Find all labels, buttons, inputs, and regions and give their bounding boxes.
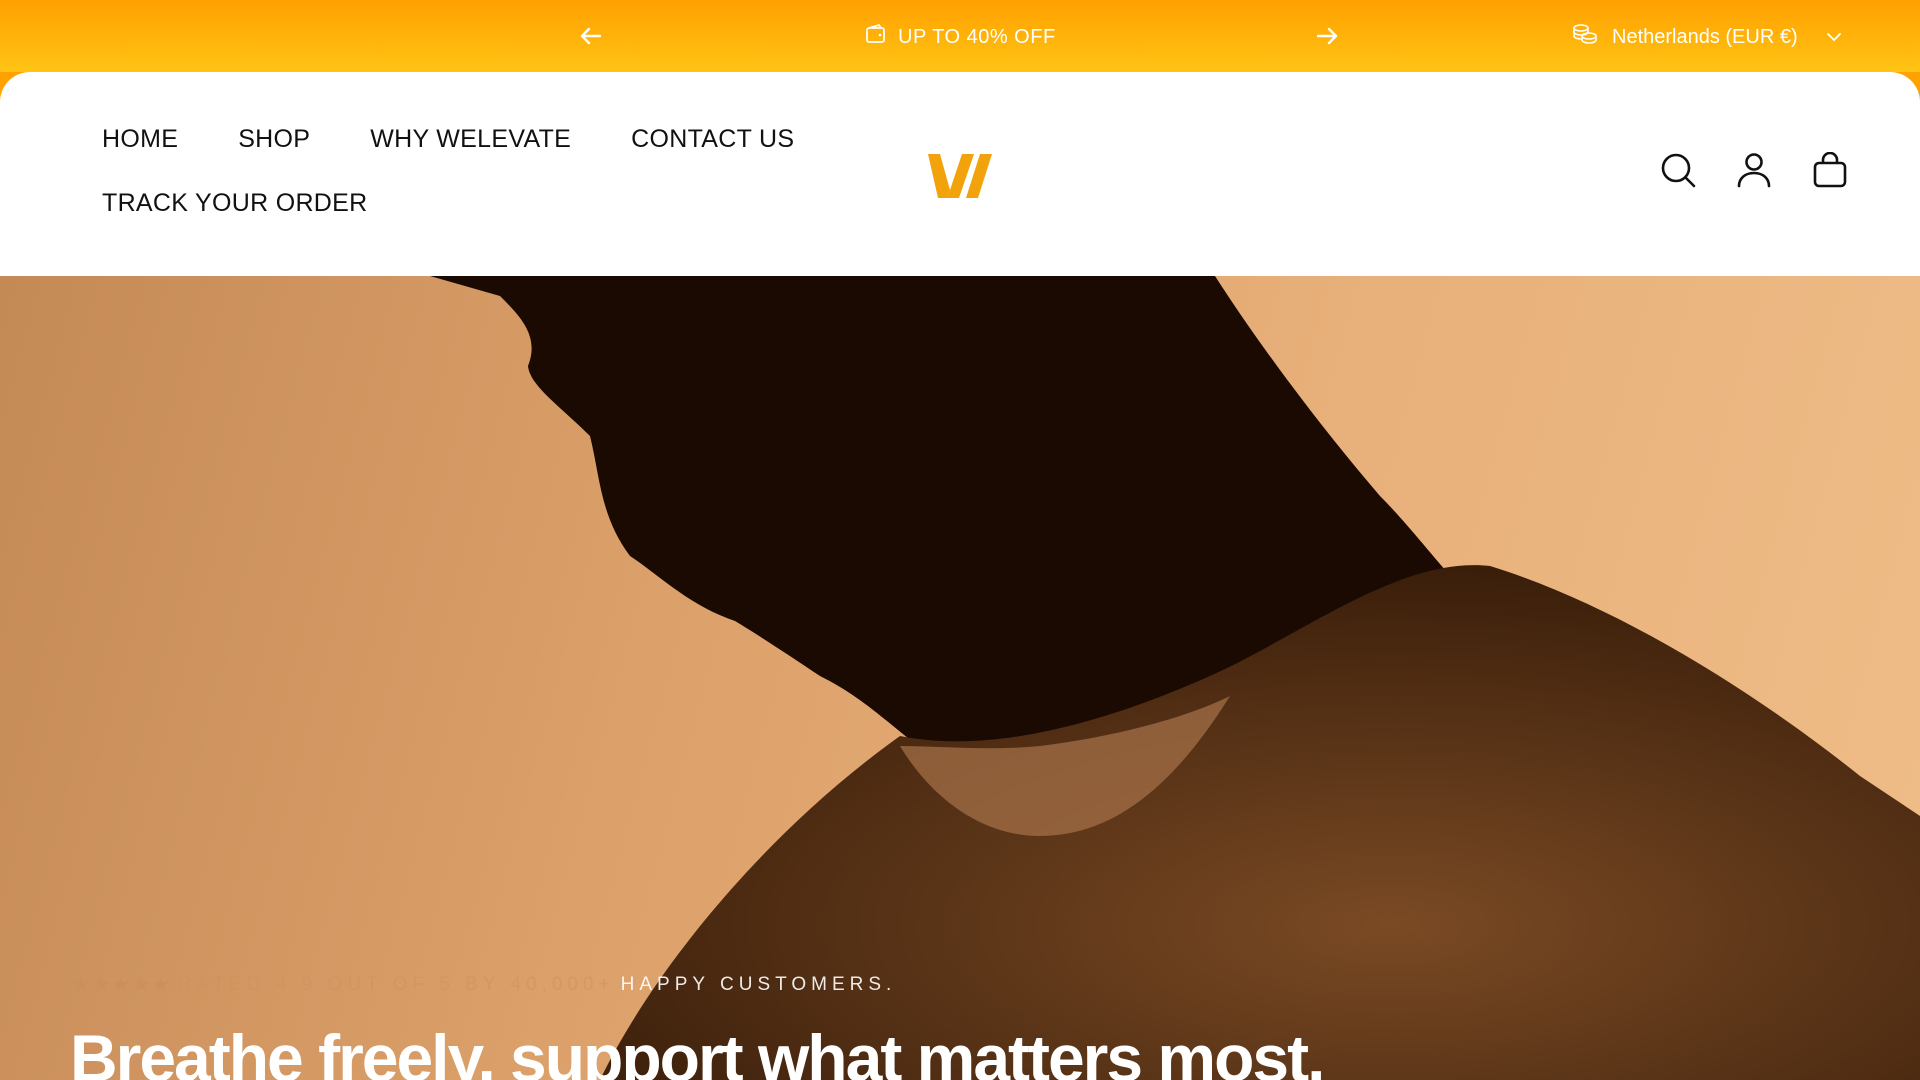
coins-icon [1572,22,1598,52]
main-nav: HOME SHOP WHY WELEVATE CONTACT US TRACK … [102,124,822,218]
arrow-right-icon[interactable] [1316,24,1340,48]
nav-why-welevate[interactable]: WHY WELEVATE [370,124,571,154]
rating-stars: ★★★★★ [72,974,172,996]
locale-label: Netherlands (EUR €) [1612,25,1798,48]
rating-prefix: RATED 4.9 OUT OF 5 BY 40,000+ [177,973,615,995]
nav-contact-us[interactable]: CONTACT US [631,124,794,154]
hero-banner: ★★★★★ RATED 4.9 OUT OF 5 BY 40,000+ HAPP… [0,276,1920,1080]
header-actions [1660,152,1848,188]
search-icon[interactable] [1660,152,1696,188]
hero-headline: Breathe freely, support what matters mos… [70,1021,1325,1080]
arrow-left-icon[interactable] [578,24,602,48]
nav-shop[interactable]: SHOP [238,124,310,154]
rating-suffix: HAPPY CUSTOMERS. [620,973,897,995]
hero-image [430,276,1920,1080]
welevate-logo[interactable] [926,152,994,200]
locale-selector[interactable]: Netherlands (EUR €) [1572,22,1842,52]
chevron-down-icon [1826,32,1842,42]
announcement-bar: UP TO 40% OFF Netherlands (EUR €) [0,0,1920,72]
site-header: HOME SHOP WHY WELEVATE CONTACT US TRACK … [0,72,1920,276]
nav-track-order[interactable]: TRACK YOUR ORDER [102,188,367,218]
account-icon[interactable] [1736,152,1772,188]
nav-home[interactable]: HOME [102,124,178,154]
promo-text: UP TO 40% OFF [898,25,1056,48]
promo-message: UP TO 40% OFF [864,22,1056,52]
wallet-icon [864,22,888,52]
bag-icon[interactable] [1812,152,1848,188]
rating-line: ★★★★★ RATED 4.9 OUT OF 5 BY 40,000+ HAPP… [72,972,896,997]
